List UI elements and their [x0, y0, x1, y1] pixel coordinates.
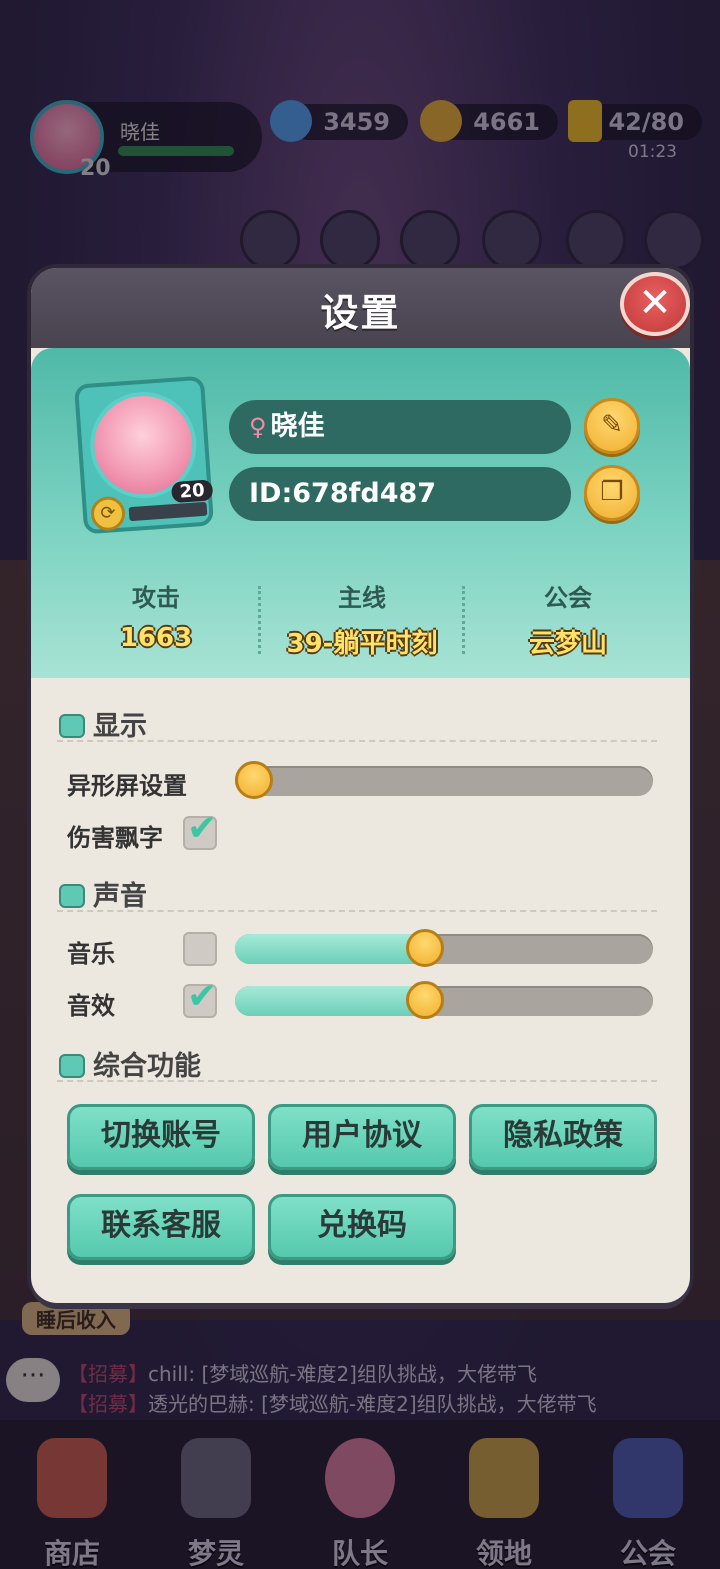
tv-icon	[59, 714, 85, 738]
slider-fill	[235, 934, 425, 964]
functions-section-title: 综合功能	[59, 1044, 201, 1083]
close-icon: ✕	[638, 280, 672, 326]
stat-label: 攻击	[132, 584, 180, 612]
stat-value: 云梦山	[528, 629, 607, 659]
check-icon: ✔	[187, 976, 218, 1017]
stat-guild: 公会 云梦山	[463, 578, 673, 660]
stat-value: 1663	[119, 623, 193, 653]
stat-label: 主线	[338, 584, 386, 612]
stat-value: 39-躺平时刻	[286, 629, 438, 659]
profile-name: 晓佳	[270, 411, 325, 442]
music-label: 音乐	[67, 940, 115, 968]
stat-attack: 攻击 1663	[51, 578, 261, 653]
section-divider	[57, 910, 657, 912]
panel-title: 设置	[320, 291, 401, 335]
panel-header: 设置	[31, 268, 690, 348]
damage-text-checkbox[interactable]: ✔	[183, 808, 217, 850]
avatar-strip	[128, 501, 208, 522]
sfx-volume-slider[interactable]	[235, 981, 653, 1019]
grid-icon	[59, 1054, 85, 1078]
id-field: ID:678fd487	[229, 467, 571, 521]
display-section-title: 显示	[59, 704, 147, 743]
avatar-level-badge: 20	[170, 479, 214, 504]
notch-slider[interactable]	[235, 761, 653, 799]
stat-mainline: 主线 39-躺平时刻	[257, 578, 467, 660]
slider-knob[interactable]	[406, 929, 444, 967]
female-icon: ♀	[249, 413, 267, 441]
slider-knob[interactable]	[235, 761, 273, 799]
functions-title-text: 综合功能	[93, 1051, 201, 1082]
avatar-frame[interactable]: 20 ⟳	[73, 375, 215, 535]
copy-icon: ❐	[600, 477, 624, 507]
speaker-icon	[59, 884, 85, 908]
redeem-code-button[interactable]: 兑换码	[268, 1194, 456, 1260]
damage-text-label: 伤害飘字	[67, 824, 163, 852]
check-icon: ✔	[187, 808, 218, 849]
refresh-icon[interactable]: ⟳	[89, 495, 127, 532]
slider-fill	[235, 986, 425, 1016]
name-field: ♀ 晓佳	[229, 400, 571, 454]
close-button[interactable]: ✕	[620, 272, 690, 336]
user-agreement-button[interactable]: 用户协议	[268, 1104, 456, 1170]
section-divider	[57, 740, 657, 742]
sound-section-title: 声音	[59, 874, 147, 913]
section-divider	[57, 1080, 657, 1082]
copy-id-button[interactable]: ❐	[584, 465, 640, 521]
privacy-policy-button[interactable]: 隐私政策	[469, 1104, 657, 1170]
music-checkbox[interactable]: ✔	[183, 932, 217, 966]
sfx-label: 音效	[67, 992, 115, 1020]
edit-name-button[interactable]: ✎	[584, 398, 640, 454]
music-volume-slider[interactable]	[235, 929, 653, 967]
notch-setting-label: 异形屏设置	[67, 772, 187, 800]
slider-knob[interactable]	[406, 981, 444, 1019]
stat-label: 公会	[544, 584, 592, 612]
sound-title-text: 声音	[93, 881, 147, 912]
sfx-checkbox[interactable]: ✔	[183, 976, 217, 1018]
display-title-text: 显示	[93, 711, 147, 742]
settings-panel: 设置 20 ⟳ ♀ 晓佳 ✎ ID:678fd487 ❐ 攻击 1663 主线 3…	[31, 268, 690, 1303]
contact-support-button[interactable]: 联系客服	[67, 1194, 255, 1260]
pencil-icon: ✎	[601, 410, 623, 440]
switch-account-button[interactable]: 切换账号	[67, 1104, 255, 1170]
